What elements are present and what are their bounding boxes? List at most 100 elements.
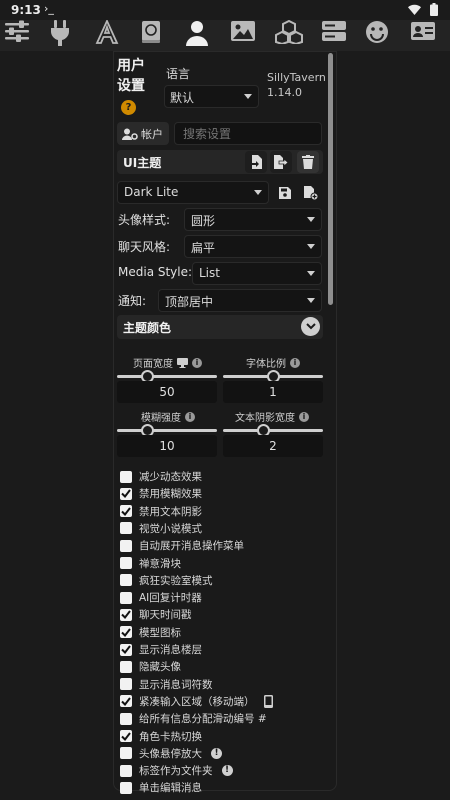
slider-label-font-scale: 字体比例 i <box>246 355 300 370</box>
checkbox-label: 显示消息词符数 <box>139 678 213 691</box>
checkbox[interactable] <box>120 695 132 708</box>
checkbox-row[interactable]: 显示消息楼层 <box>120 642 202 657</box>
checkbox[interactable] <box>120 678 132 691</box>
avatar-style-label: 头像样式: <box>118 213 171 227</box>
theme-colors-header[interactable]: 主题颜色 <box>117 315 323 339</box>
slider-label-blur-strength: 模糊强度 i <box>141 409 195 424</box>
language-label: 语言 <box>166 67 191 81</box>
checkbox-row[interactable]: 减少动态效果 <box>120 469 202 484</box>
theme-select-value: Dark Lite <box>124 185 179 199</box>
id-card-icon[interactable] <box>410 20 436 46</box>
info-icon[interactable]: i <box>185 411 195 422</box>
checkbox-row[interactable]: 显示消息词符数 <box>120 677 213 692</box>
checkbox-row[interactable]: 视觉小说模式 <box>120 521 202 536</box>
slider-label-text-shadow-width: 文本阴影宽度 i <box>235 409 309 424</box>
check-icon <box>121 697 131 706</box>
theme-select[interactable]: Dark Lite <box>117 181 269 204</box>
page-title: 用户设置 <box>117 58 145 94</box>
checkbox-row[interactable]: 自动展开消息操作菜单 <box>120 538 244 553</box>
checkbox-label: 头像悬停放大 <box>139 747 202 760</box>
checkbox-row[interactable]: 单击编辑消息 <box>120 780 202 795</box>
checkbox-row[interactable]: AI回复计时器 <box>120 590 202 605</box>
checkbox[interactable] <box>120 764 132 777</box>
ui-theme-label: UI主题 <box>123 156 162 170</box>
checkbox-row[interactable]: 隐藏头像 <box>120 659 181 674</box>
checkbox[interactable] <box>120 522 132 535</box>
info-icon[interactable]: i <box>299 411 309 422</box>
chevron-down-icon <box>307 217 315 222</box>
checkbox[interactable] <box>120 470 132 483</box>
checkbox-label: AI回复计时器 <box>139 592 202 605</box>
book-icon[interactable] <box>140 20 162 48</box>
slider-label-page-width: 页面宽度 i <box>133 355 202 370</box>
user-icon[interactable] <box>185 20 209 50</box>
info-icon[interactable]: i <box>192 357 202 368</box>
checkbox-row[interactable]: 疯狂实验室模式 <box>120 573 213 588</box>
checkbox-row[interactable]: 模型图标 <box>120 625 181 640</box>
checkbox-row[interactable]: 紧凑输入区域（移动端） <box>120 694 273 709</box>
checkbox[interactable] <box>120 557 132 569</box>
slider-track-blur-strength[interactable] <box>117 429 217 432</box>
checkbox[interactable] <box>120 591 132 604</box>
save-icon[interactable] <box>274 182 296 204</box>
checkbox[interactable] <box>120 608 132 621</box>
chat-style-select[interactable]: 扁平 <box>184 235 322 258</box>
search-settings-input[interactable] <box>174 122 322 145</box>
slider-track-page-width[interactable] <box>117 375 217 378</box>
checkbox-row[interactable]: 角色卡热切换 <box>120 729 202 744</box>
status-bar: 9:13 ›_ <box>0 0 450 20</box>
checkbox-row[interactable]: 给所有信息分配滑动编号 # <box>120 711 267 726</box>
slider-track-text-shadow-width[interactable] <box>223 429 323 432</box>
checkbox-row[interactable]: 禅意滑块 <box>120 556 181 571</box>
media-style-select[interactable]: List <box>192 262 322 285</box>
warning-icon[interactable]: ! <box>221 765 233 777</box>
chevron-down-icon <box>307 244 315 249</box>
font-icon[interactable] <box>95 18 119 48</box>
mobile-icon <box>263 694 273 708</box>
checkbox[interactable] <box>120 574 132 587</box>
battery-icon <box>430 3 438 16</box>
wifi-icon <box>408 4 421 15</box>
checkbox[interactable] <box>120 747 132 760</box>
slider-value-blur-strength[interactable]: 10 <box>117 435 217 457</box>
trash-icon[interactable] <box>297 151 319 173</box>
info-icon[interactable]: i <box>290 357 300 368</box>
checkbox[interactable] <box>120 539 132 552</box>
checkbox[interactable] <box>120 781 132 794</box>
slider-value-font-scale[interactable]: 1 <box>223 381 323 403</box>
smiley-icon[interactable] <box>365 20 389 48</box>
language-select[interactable]: 默认 <box>164 85 259 108</box>
checkbox[interactable] <box>120 643 132 656</box>
checkbox-label: 紧凑输入区域（移动端） <box>139 695 255 708</box>
checkbox[interactable] <box>120 626 132 639</box>
checkbox[interactable] <box>120 660 132 673</box>
panel-scrollbar[interactable] <box>328 53 333 305</box>
checkbox-row[interactable]: 禁用模糊效果 <box>120 486 202 501</box>
account-button[interactable]: 帐户 <box>117 122 169 145</box>
cubes-icon[interactable] <box>275 19 303 48</box>
slider-value-page-width[interactable]: 50 <box>117 381 217 403</box>
checkbox-row[interactable]: 聊天时间戳 <box>120 607 192 622</box>
checkbox-row[interactable]: 头像悬停放大! <box>120 746 222 761</box>
user-gear-icon <box>122 128 138 140</box>
plug-icon[interactable] <box>49 20 71 50</box>
checkbox-label: 禅意滑块 <box>139 557 181 570</box>
checkbox-row[interactable]: 禁用文本阴影 <box>120 504 202 519</box>
warning-icon[interactable]: ! <box>211 747 222 759</box>
checkbox[interactable] <box>120 505 132 518</box>
checkbox-row[interactable]: 标签作为文件夹! <box>120 763 233 778</box>
sliders-icon[interactable] <box>4 20 30 46</box>
slider-value-text-shadow-width[interactable]: 2 <box>223 435 323 457</box>
image-icon[interactable] <box>230 20 256 46</box>
help-icon[interactable]: ? <box>121 100 136 115</box>
notify-select[interactable]: 顶部居中 <box>158 289 322 312</box>
server-icon[interactable] <box>321 20 347 46</box>
export-file-icon[interactable] <box>270 151 292 173</box>
checkbox[interactable] <box>120 712 132 725</box>
checkbox[interactable] <box>120 487 132 500</box>
new-file-icon[interactable] <box>300 182 322 204</box>
checkbox[interactable] <box>120 730 132 742</box>
avatar-style-select[interactable]: 圆形 <box>184 208 322 231</box>
import-file-icon[interactable] <box>245 151 267 173</box>
chevron-down-circle-icon[interactable] <box>301 317 320 336</box>
